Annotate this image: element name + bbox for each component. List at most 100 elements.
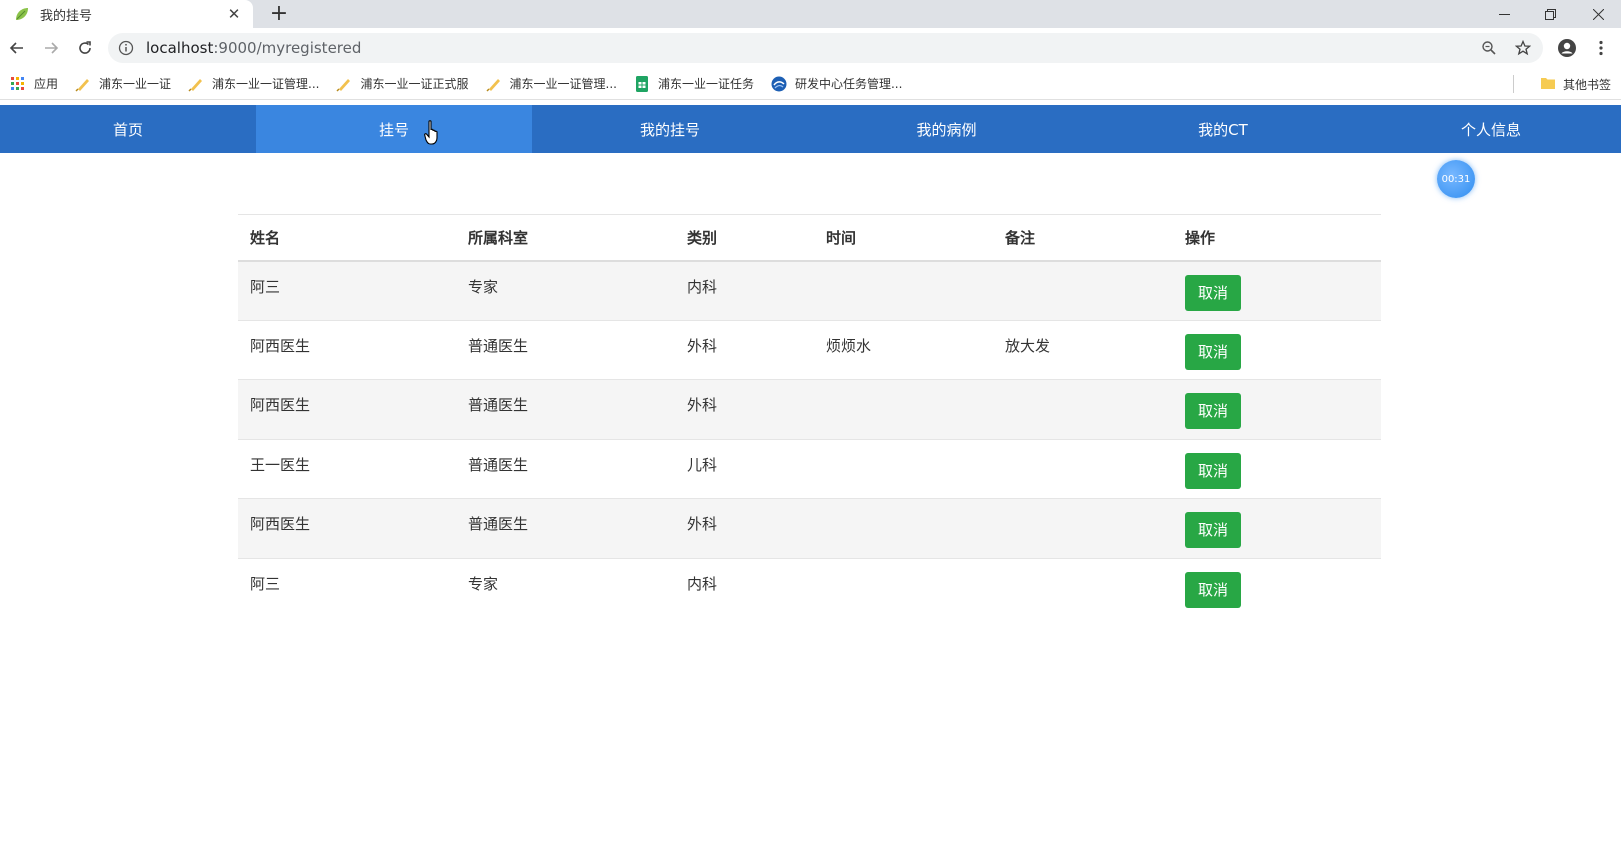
cancel-button[interactable]: 取消 — [1185, 452, 1241, 489]
cell-department: 普通医生 — [456, 320, 675, 380]
restore-icon[interactable] — [1527, 0, 1573, 28]
bookmark-other-folder[interactable]: 其他书签 — [1540, 76, 1611, 93]
cell-action: 取消 — [1173, 498, 1381, 559]
cell-name: 阿三 — [238, 260, 456, 321]
bookmark-item[interactable]: 浦东一业一证正式服 — [336, 75, 469, 92]
table-row: 阿西医生 普通医生 外科 取消 — [238, 498, 1381, 559]
cancel-button[interactable]: 取消 — [1185, 333, 1241, 370]
bookmark-label: 浦东一业一证任务 — [657, 77, 754, 91]
browser-toolbar: localhost:9000/myregistered — [0, 28, 1621, 68]
globe-icon — [771, 76, 787, 92]
close-window-icon[interactable] — [1575, 0, 1621, 28]
cell-action: 取消 — [1173, 379, 1381, 440]
cell-note — [993, 379, 1173, 440]
bookmark-label: 其他书签 — [1562, 78, 1611, 92]
close-tab-icon[interactable]: ✕ — [225, 5, 243, 23]
cell-category: 外科 — [675, 379, 814, 440]
cell-department: 专家 — [456, 260, 675, 321]
nav-register[interactable]: 挂号 — [256, 105, 532, 153]
pen-icon — [336, 76, 352, 92]
table-row: 阿三 专家 内科 取消 — [238, 260, 1381, 321]
nav-label: 我的挂号 — [639, 120, 700, 139]
table-row: 阿三 专家 内科 取消 — [238, 558, 1381, 618]
cell-time — [814, 558, 993, 618]
table-row: 阿西医生 普通医生 外科 取消 — [238, 379, 1381, 440]
cell-category: 外科 — [675, 498, 814, 559]
url-path: :9000/myregistered — [213, 39, 362, 57]
bookmark-label: 研发中心任务管理... — [794, 77, 903, 91]
nav-label: 我的CT — [1198, 120, 1248, 139]
hand-cursor-icon — [424, 120, 438, 145]
bookmark-apps[interactable]: 应用 — [10, 75, 58, 92]
cell-note — [993, 439, 1173, 499]
cell-department: 专家 — [468, 574, 499, 593]
nav-label: 首页 — [112, 120, 143, 139]
cell-category: 儿科 — [675, 439, 814, 499]
back-icon[interactable] — [6, 37, 28, 59]
table-row: 阿西医生 普通医生 外科 烦烦水 放大发 取消 — [238, 320, 1381, 380]
cell-action: 取消 — [1173, 558, 1381, 618]
cell-department: 普通医生 — [456, 439, 675, 499]
table-row: 王一医生 普通医生 儿科 取消 — [238, 439, 1381, 499]
nav-my-ct[interactable]: 我的CT — [1085, 105, 1361, 153]
sheet-icon — [634, 75, 650, 92]
nav-my-cases[interactable]: 我的病例 — [808, 105, 1085, 153]
timer-badge[interactable]: 00:31 — [1437, 160, 1475, 198]
nav-my-registrations[interactable]: 我的挂号 — [532, 105, 808, 153]
nav-profile[interactable]: 个人信息 — [1361, 105, 1621, 153]
folder-icon — [1540, 76, 1555, 93]
cell-note — [993, 498, 1173, 559]
cancel-button[interactable]: 取消 — [1185, 571, 1241, 608]
cancel-button[interactable]: 取消 — [1185, 512, 1241, 548]
browser-tab[interactable]: 我的挂号 ✕ — [0, 0, 253, 28]
column-header-note: 备注 — [993, 214, 1173, 262]
nav-home[interactable]: 首页 — [0, 105, 256, 153]
bookmark-label: 浦东一业一证管理... — [509, 77, 617, 91]
cell-action: 取消 — [1173, 260, 1381, 321]
nav-label: 挂号 — [378, 120, 409, 139]
column-header-department: 所属科室 — [456, 214, 675, 262]
cell-time — [814, 379, 993, 440]
address-bar[interactable]: localhost:9000/myregistered — [108, 33, 1543, 63]
cell-name: 阿西医生 — [238, 320, 456, 380]
cell-action: 取消 — [1173, 320, 1381, 380]
bookmark-item[interactable]: 浦东一业一证任务 — [634, 75, 754, 92]
info-icon[interactable] — [118, 40, 134, 56]
cell-category: 内科 — [687, 574, 718, 593]
cancel-button[interactable]: 取消 — [1185, 393, 1241, 429]
pen-icon — [485, 76, 502, 92]
bookmark-star-icon[interactable] — [1512, 37, 1534, 59]
new-tab-icon[interactable]: + — [268, 3, 290, 25]
tab-title: 我的挂号 — [40, 8, 93, 24]
column-header-name: 姓名 — [238, 214, 456, 262]
cell-name: 王一医生 — [238, 439, 456, 499]
reload-icon[interactable] — [74, 37, 96, 59]
column-header-category: 类别 — [675, 214, 814, 262]
menu-kebab-icon[interactable] — [1590, 37, 1612, 59]
zoom-icon[interactable] — [1478, 37, 1500, 59]
forward-icon[interactable] — [40, 37, 62, 59]
bookmark-label: 浦东一业一证管理... — [212, 77, 320, 91]
cell-time — [814, 260, 993, 321]
nav-label: 个人信息 — [1460, 120, 1521, 139]
minimize-icon[interactable] — [1481, 0, 1527, 28]
bookmarks-separator — [1513, 75, 1514, 93]
bookmark-item[interactable]: 研发中心任务管理... — [771, 75, 902, 92]
bookmark-item[interactable]: 浦东一业一证 — [75, 75, 171, 92]
browser-tab-strip: 我的挂号 ✕ + — [0, 0, 1621, 28]
registrations-table: 姓名 所属科室 类别 时间 备注 操作 阿三 专家 内科 取消 阿西医生 普通医… — [238, 214, 1381, 618]
cell-time — [814, 439, 993, 499]
cancel-button[interactable]: 取消 — [1185, 274, 1241, 311]
cell-note: 放大发 — [993, 320, 1173, 380]
cell-name: 阿西医生 — [238, 498, 456, 559]
profile-icon[interactable] — [1556, 37, 1578, 59]
bookmark-item[interactable]: 浦东一业一证管理... — [485, 75, 617, 92]
bookmark-item[interactable]: 浦东一业一证管理... — [188, 75, 319, 92]
pen-icon — [75, 76, 91, 92]
cell-note — [993, 558, 1173, 618]
bookmark-label: 浦东一业一证正式服 — [360, 77, 469, 91]
bookmarks-bar: 应用 浦东一业一证 浦东一业一证管理... 浦东一业一证正式服 浦东一业一证管理… — [0, 68, 1621, 100]
leaf-favicon-icon — [16, 8, 28, 20]
cell-time: 烦烦水 — [814, 320, 993, 380]
cell-category: 内科 — [675, 260, 814, 321]
